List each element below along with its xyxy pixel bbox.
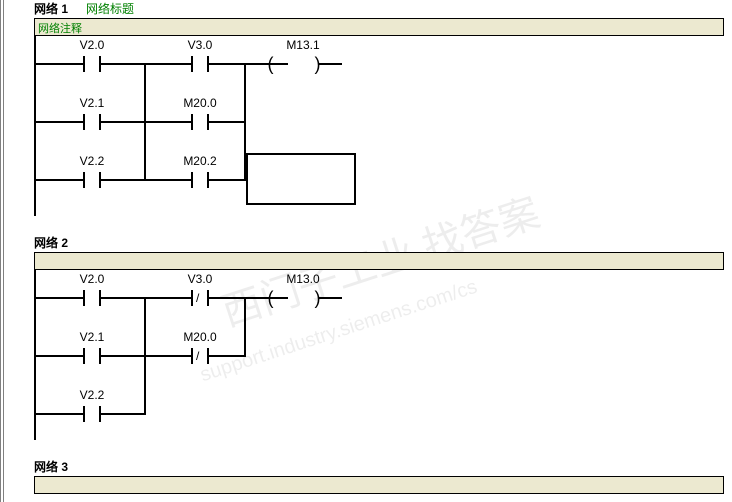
contact-label: M20.0 (161, 330, 239, 344)
contact-m20.0[interactable]: M20.0 (161, 96, 239, 136)
wire (131, 413, 146, 415)
network-label: 网络 2 (34, 234, 68, 251)
wire (239, 297, 264, 299)
coil-label: M13.1 (264, 38, 342, 52)
contact-label: V2.0 (53, 38, 131, 52)
contact-label: M20.2 (161, 154, 239, 168)
contact-v2.1[interactable]: V2.1 (53, 330, 131, 370)
contact-label: V2.2 (53, 388, 131, 402)
network-header: 网络 1 网络标题 (12, 0, 732, 16)
contact-v2.0[interactable]: V2.0 (53, 272, 131, 312)
contact-label: V2.2 (53, 154, 131, 168)
network-header: 网络 3 (12, 458, 732, 474)
coil-m13.1[interactable]: M13.1 ( ) (264, 38, 342, 78)
wire (36, 179, 53, 181)
contact-label: V2.0 (53, 272, 131, 286)
network-label: 网络 3 (34, 458, 68, 475)
contact-v2.1[interactable]: V2.1 (53, 96, 131, 136)
contact-label: M20.0 (161, 96, 239, 110)
network-1: 网络 1 网络标题 网络注释 V2.0 V3.0 M13.1 ( ) (12, 0, 732, 216)
contact-nc-m20.0[interactable]: M20.0 / (161, 330, 239, 370)
contact-label: V3.0 (161, 38, 239, 52)
contact-label: V3.0 (161, 272, 239, 286)
wire (36, 355, 53, 357)
contact-v2.2[interactable]: V2.2 (53, 388, 131, 428)
wire (131, 121, 161, 123)
network-label: 网络 1 (34, 0, 68, 17)
network-comment[interactable]: 网络注释 (34, 18, 724, 36)
wire (36, 297, 53, 299)
plc-ladder-editor: 西门子工业 找答案 support.industry.siemens.com/c… (0, 0, 732, 502)
rung-area: V2.0 V3.0 / M13.0 ( ) V2.1 (34, 270, 732, 440)
contact-label: V2.1 (53, 330, 131, 344)
contact-m20.2[interactable]: M20.2 (161, 154, 239, 194)
wire (239, 121, 246, 123)
wire (36, 413, 53, 415)
branch-wire (244, 297, 246, 355)
wire (131, 63, 161, 65)
network-header: 网络 2 (12, 234, 732, 250)
contact-v2.0[interactable]: V2.0 (53, 38, 131, 78)
wire (239, 355, 246, 357)
wire (36, 121, 53, 123)
wire (131, 179, 161, 181)
network-comment-text: 网络注释 (38, 23, 82, 35)
network-comment[interactable] (34, 252, 724, 270)
network-2: 网络 2 V2.0 V3.0 / M13.0 ( ) (12, 234, 732, 440)
contact-v2.2[interactable]: V2.2 (53, 154, 131, 194)
wire (36, 63, 53, 65)
wire (131, 355, 161, 357)
wire (131, 297, 161, 299)
coil-m13.0[interactable]: M13.0 ( ) (264, 272, 342, 312)
network-3: 网络 3 (12, 458, 732, 494)
contact-label: V2.1 (53, 96, 131, 110)
wire (239, 179, 246, 181)
function-box[interactable] (246, 153, 356, 205)
network-title[interactable]: 网络标题 (86, 0, 134, 17)
network-comment[interactable] (34, 476, 724, 494)
contact-v3.0[interactable]: V3.0 (161, 38, 239, 78)
rung-area: V2.0 V3.0 M13.1 ( ) V2.1 (34, 36, 732, 216)
wire (239, 63, 264, 65)
coil-label: M13.0 (264, 272, 342, 286)
contact-nc-v3.0[interactable]: V3.0 / (161, 272, 239, 312)
